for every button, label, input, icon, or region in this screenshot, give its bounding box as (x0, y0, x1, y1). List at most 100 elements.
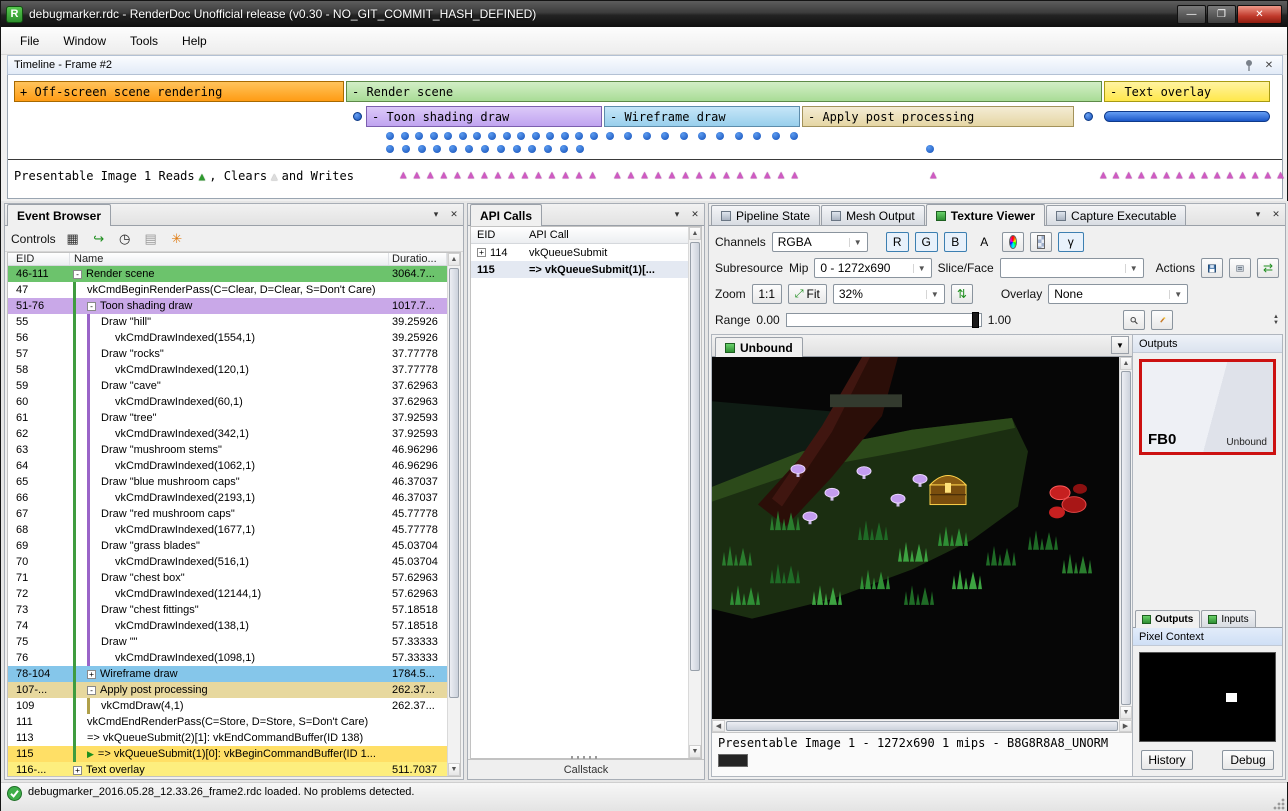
zoom-1to1-button[interactable]: 1:1 (752, 284, 782, 304)
resource-write-triangle[interactable]: ▲ (400, 169, 407, 180)
tab-outputs[interactable]: Outputs (1135, 610, 1200, 628)
texture-vertical-scrollbar[interactable]: ▲ ▼ (1119, 357, 1132, 719)
tab-api-calls[interactable]: API Calls (470, 204, 542, 226)
menu-window[interactable]: Window (52, 29, 117, 53)
resource-write-triangle[interactable]: ▲ (1214, 169, 1221, 180)
resource-write-triangle[interactable]: ▲ (737, 169, 744, 180)
select-columns-icon[interactable]: ▦ (64, 230, 82, 248)
draw-event-dot[interactable] (402, 145, 410, 153)
event-row[interactable]: 65Draw "blue mushroom caps"46.37037 (8, 474, 447, 490)
resource-write-triangle[interactable]: ▲ (508, 169, 515, 180)
expand-icon[interactable]: + (87, 670, 96, 679)
close-icon[interactable]: ✕ (1262, 58, 1276, 72)
time-draws-icon[interactable]: ◷ (116, 230, 134, 248)
resource-write-triangle[interactable]: ▲ (522, 169, 529, 180)
menu-file[interactable]: File (9, 29, 50, 53)
draw-event-dot[interactable] (576, 145, 584, 153)
tab-inputs[interactable]: Inputs (1201, 610, 1255, 627)
checkerboard-background-button[interactable] (1030, 232, 1052, 252)
maximize-button[interactable]: ❐ (1207, 5, 1236, 24)
range-slider-handle[interactable] (972, 312, 979, 328)
event-row[interactable]: 72vkCmdDrawIndexed(12144,1)57.62963 (8, 586, 447, 602)
event-row[interactable]: 57Draw "rocks"37.77778 (8, 346, 447, 362)
resource-write-triangle[interactable]: ▲ (589, 169, 596, 180)
resource-write-triangle[interactable]: ▲ (930, 169, 937, 180)
resource-write-triangle[interactable]: ▲ (549, 169, 556, 180)
resource-write-triangle[interactable]: ▲ (682, 169, 689, 180)
event-row[interactable]: 109vkCmdDraw(4,1)262.37... (8, 698, 447, 714)
draw-event-dot[interactable] (465, 145, 473, 153)
texture-image[interactable] (712, 357, 1119, 719)
draw-event-dot[interactable] (513, 145, 521, 153)
api-table-header[interactable]: EID API Call (471, 227, 688, 244)
draw-event-dot[interactable] (606, 132, 614, 140)
draw-event-dot[interactable] (401, 132, 409, 140)
timeline-bar-toon-shading[interactable]: - Toon shading draw (366, 106, 602, 127)
event-row[interactable]: 75Draw ""57.33333 (8, 634, 447, 650)
text-overlay-draws-bar[interactable] (1104, 111, 1270, 122)
draw-event-dot[interactable] (544, 145, 552, 153)
draw-event-dot[interactable] (386, 145, 394, 153)
resource-write-triangle[interactable]: ▲ (1265, 169, 1272, 180)
draw-event-dot[interactable] (735, 132, 743, 140)
callstack-section[interactable]: Callstack (468, 759, 704, 779)
draw-event-dot[interactable] (643, 132, 651, 140)
column-eid[interactable]: EID (471, 227, 529, 243)
column-duration[interactable]: Duratio... (389, 253, 447, 265)
chevron-down-icon[interactable]: ▾ (1251, 207, 1265, 221)
scroll-down-icon[interactable]: ▼ (689, 745, 701, 758)
scroll-down-icon[interactable]: ▼ (1120, 706, 1132, 719)
resource-write-triangle[interactable]: ▲ (614, 169, 621, 180)
event-row[interactable]: 56vkCmdDrawIndexed(1554,1)39.25926 (8, 330, 447, 346)
resource-write-triangle[interactable]: ▲ (1138, 169, 1145, 180)
draw-event-dot[interactable] (517, 132, 525, 140)
resource-write-triangle[interactable]: ▲ (1176, 169, 1183, 180)
column-eid[interactable]: EID (8, 253, 70, 265)
timeline-bar-post-processing[interactable]: - Apply post processing (802, 106, 1074, 127)
draw-event-dot[interactable] (680, 132, 688, 140)
event-row[interactable]: 116-...+Text overlay511.7037 (8, 762, 447, 776)
collapse-icon[interactable]: - (73, 270, 82, 279)
title-bar[interactable]: R debugmarker.rdc - RenderDoc Unofficial… (1, 1, 1287, 27)
mip-select[interactable]: 0 - 1272x690▼ (814, 258, 931, 278)
resource-write-triangle[interactable]: ▲ (641, 169, 648, 180)
draw-event-dot[interactable] (590, 132, 598, 140)
resource-write-triangle[interactable]: ▲ (1163, 169, 1170, 180)
scroll-up-icon[interactable]: ▲ (1120, 357, 1132, 370)
scroll-left-icon[interactable]: ◀ (712, 720, 725, 732)
channel-r-button[interactable]: R (886, 232, 909, 252)
draw-event-dot[interactable] (497, 145, 505, 153)
api-call-row[interactable]: +114vkQueueSubmit (471, 244, 688, 261)
pin-icon[interactable] (1242, 58, 1256, 72)
resource-write-triangle[interactable]: ▲ (535, 169, 542, 180)
event-row[interactable]: 66vkCmdDrawIndexed(2193,1)46.37037 (8, 490, 447, 506)
event-row[interactable]: 111vkCmdEndRenderPass(C=Store, D=Store, … (8, 714, 447, 730)
draw-event-dot[interactable] (532, 132, 540, 140)
event-row[interactable]: 76vkCmdDrawIndexed(1098,1)57.33333 (8, 650, 447, 666)
scrollbar-thumb[interactable] (690, 242, 700, 671)
draw-event-dot[interactable] (926, 145, 934, 153)
toolbar-overflow-icon[interactable]: ▲▼ (1273, 314, 1279, 326)
event-row[interactable]: 73Draw "chest fittings"57.18518 (8, 602, 447, 618)
draw-event-dot[interactable] (459, 132, 467, 140)
stats-icon[interactable]: ▤ (142, 230, 160, 248)
zoom-percent-input[interactable]: 32%▼ (833, 284, 945, 304)
resource-write-triangle[interactable]: ▲ (1125, 169, 1132, 180)
event-row[interactable]: 78-104+Wireframe draw1784.5... (8, 666, 447, 682)
column-api-call[interactable]: API Call (529, 227, 688, 243)
resource-write-triangle[interactable]: ▲ (1277, 169, 1284, 180)
history-button[interactable]: History (1141, 750, 1193, 770)
channel-g-button[interactable]: G (915, 232, 938, 252)
event-row[interactable]: 61Draw "tree"37.92593 (8, 410, 447, 426)
event-row[interactable]: 107-...-Apply post processing262.37... (8, 682, 447, 698)
minimize-button[interactable]: — (1177, 5, 1206, 24)
draw-event-dot[interactable] (575, 132, 583, 140)
close-icon[interactable]: ✕ (447, 207, 461, 221)
event-row[interactable]: 115▶=> vkQueueSubmit(1)[0]: vkBeginComma… (8, 746, 447, 762)
close-button[interactable]: ✕ (1237, 5, 1282, 24)
scroll-up-icon[interactable]: ▲ (448, 253, 460, 266)
resource-write-triangle[interactable]: ▲ (414, 169, 421, 180)
channels-select[interactable]: RGBA▼ (772, 232, 868, 252)
goto-eid-icon[interactable]: ↪ (90, 230, 108, 248)
column-name[interactable]: Name (70, 253, 389, 265)
